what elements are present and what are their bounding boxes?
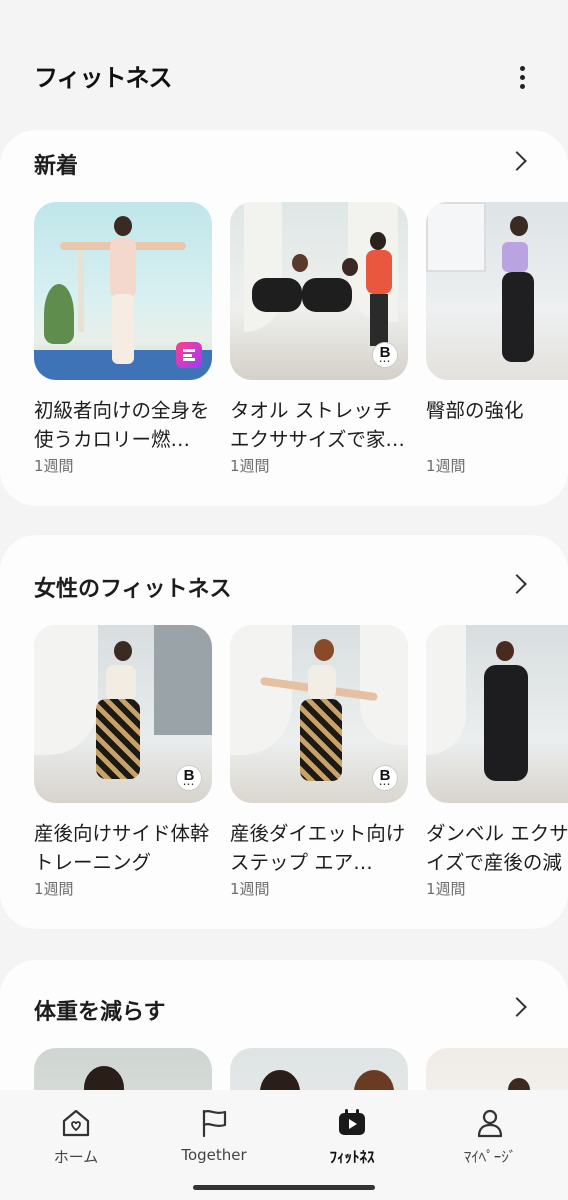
video-title: ダンベル エクササイズで産後の減: [426, 822, 568, 874]
video-thumbnail[interactable]: B •••: [34, 625, 212, 803]
brand-badge-b-icon: B •••: [372, 342, 398, 368]
video-age: 1週間: [230, 880, 270, 898]
video-age: 1週間: [426, 457, 466, 475]
more-vertical-icon-dot: [519, 83, 525, 89]
video-thumbnail[interactable]: B •••: [230, 202, 408, 380]
section-title: 体重を減らす: [34, 1000, 166, 1025]
section-header[interactable]: 女性のフィットネス: [0, 535, 568, 602]
video-title: 産後向けサイド体幹トレーニング: [34, 822, 210, 874]
video-age: 1週間: [34, 880, 74, 898]
flag-icon: [197, 1106, 231, 1140]
video-card[interactable]: ダンベル エクササイズで産後の減 1週間: [426, 625, 568, 899]
video-card[interactable]: 臀部の強化 1週間: [426, 202, 568, 476]
brand-badge-b-icon: B •••: [372, 765, 398, 791]
video-thumbnail[interactable]: B •••: [230, 625, 408, 803]
section-header[interactable]: 体重を減らす: [0, 960, 568, 1025]
section-new: 新着 初級者向けの全身を使うカロリー燃… 1週間 B ••• タオル ストレッチ…: [0, 130, 568, 506]
nav-label: ﾌｨｯﾄﾈｽ: [329, 1148, 375, 1166]
more-vertical-icon: [519, 65, 525, 71]
video-card[interactable]: B ••• タオル ストレッチ エクササイズで家… 1週間: [230, 202, 408, 476]
video-card[interactable]: 初級者向けの全身を使うカロリー燃… 1週間: [34, 202, 212, 476]
page-title: フィットネス: [34, 64, 173, 92]
nav-label: ホーム: [53, 1148, 99, 1166]
video-age: 1週間: [34, 457, 74, 475]
fitness-play-icon: [335, 1106, 369, 1140]
video-title: 産後ダイエット向けステップ エア…: [230, 822, 406, 874]
brand-badge-b-icon: B •••: [176, 765, 202, 791]
home-heart-icon: [59, 1106, 93, 1140]
video-thumbnail[interactable]: [426, 625, 568, 803]
video-age: 1週間: [230, 457, 270, 475]
nav-label: ﾏｲﾍﾟｰｼﾞ: [463, 1148, 517, 1166]
bottom-navigation: ホーム Together ﾌｨｯﾄﾈｽ ﾏｲﾍﾟｰｼﾞ: [0, 1090, 568, 1200]
nav-item-home[interactable]: ホーム: [16, 1106, 136, 1167]
section-title: 新着: [34, 154, 79, 179]
video-title: タオル ストレッチ エクササイズで家…: [230, 399, 405, 451]
video-card[interactable]: B ••• 産後ダイエット向けステップ エア… 1週間: [230, 625, 408, 899]
section-header[interactable]: 新着: [0, 130, 568, 190]
app-header: フィットネス: [0, 0, 568, 130]
home-indicator[interactable]: [193, 1185, 375, 1190]
video-thumbnail[interactable]: [426, 202, 568, 380]
video-title: 臀部の強化: [426, 399, 524, 422]
section-women-fitness: 女性のフィットネス B ••• 産後向けサイド体幹トレーニング 1週間 B ••…: [0, 535, 568, 929]
nav-item-together[interactable]: Together: [154, 1106, 274, 1164]
chevron-right-icon[interactable]: [507, 997, 527, 1017]
chevron-right-icon[interactable]: [507, 151, 527, 171]
nav-label: Together: [181, 1146, 247, 1164]
chevron-right-icon[interactable]: [507, 574, 527, 594]
video-card[interactable]: B ••• 産後向けサイド体幹トレーニング 1週間: [34, 625, 212, 899]
more-vertical-icon-dot: [519, 74, 525, 80]
brand-badge-e-icon: [176, 342, 202, 368]
video-title: 初級者向けの全身を使うカロリー燃…: [34, 399, 210, 451]
nav-item-fitness[interactable]: ﾌｨｯﾄﾈｽ: [292, 1106, 412, 1167]
nav-item-mypage[interactable]: ﾏｲﾍﾟｰｼﾞ: [430, 1106, 550, 1167]
video-age: 1週間: [426, 880, 466, 898]
video-thumbnail[interactable]: [34, 202, 212, 380]
section-title: 女性のフィットネス: [34, 577, 232, 602]
profile-icon: [473, 1106, 507, 1140]
more-options-button[interactable]: [506, 60, 538, 94]
